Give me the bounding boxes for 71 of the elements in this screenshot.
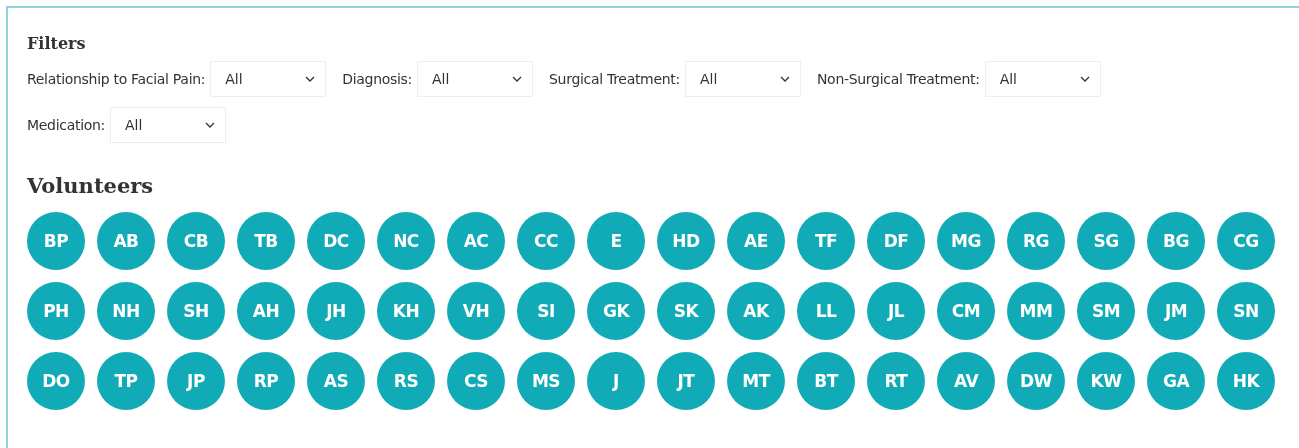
volunteer-avatar[interactable]: AV [937,352,995,410]
chevron-icon [512,76,522,82]
volunteer-avatar[interactable]: CC [517,212,575,270]
volunteer-avatar[interactable]: AE [727,212,785,270]
volunteer-avatar[interactable]: HD [657,212,715,270]
volunteer-avatar[interactable]: SH [167,282,225,340]
volunteer-avatar[interactable]: CB [167,212,225,270]
volunteer-avatar[interactable]: CM [937,282,995,340]
volunteer-avatar[interactable]: LL [797,282,855,340]
dropdown[interactable]: All [684,61,801,97]
volunteer-avatar[interactable]: SN [1217,282,1275,340]
volunteer-avatar[interactable]: VH [447,282,505,340]
volunteer-avatar[interactable]: AS [307,352,365,410]
volunteer-avatar[interactable]: PH [27,282,85,340]
volunteer-avatar[interactable]: TP [97,352,155,410]
volunteer-avatar[interactable]: JM [1147,282,1205,340]
filter-label: Surgical Treatment: [549,71,680,87]
chevron-icon [305,76,316,82]
dropdown[interactable]: All [110,107,226,143]
chevron-icon [205,122,215,128]
volunteer-avatar[interactable]: AB [97,212,155,270]
volunteer-avatar[interactable]: JT [657,352,715,410]
dropdown[interactable]: All [984,61,1101,97]
volunteer-avatar[interactable]: NH [97,282,155,340]
volunteer-avatar[interactable]: TF [797,212,855,270]
volunteer-avatar[interactable]: RT [867,352,925,410]
volunteer-avatar[interactable]: SI [517,282,575,340]
volunteer-avatar[interactable]: KH [377,282,435,340]
volunteer-avatar[interactable]: SM [1077,282,1135,340]
volunteer-avatar[interactable]: RS [377,352,435,410]
filter-label: Medication: [27,117,105,133]
volunteer-avatar[interactable]: MG [937,212,995,270]
volunteer-avatar[interactable]: DO [27,352,85,410]
volunteer-avatar[interactable]: MT [727,352,785,410]
volunteer-avatar[interactable]: DF [867,212,925,270]
volunteer-avatar[interactable]: E [587,212,645,270]
volunteer-avatar[interactable]: J [587,352,645,410]
filter-label: Relationship to Facial Pain: [27,71,206,87]
dropdown[interactable]: All [210,61,327,97]
volunteer-avatar[interactable]: HK [1217,352,1275,410]
volunteer-avatar[interactable]: RP [237,352,295,410]
volunteer-avatar[interactable]: BT [797,352,855,410]
volunteer-avatar[interactable]: KW [1077,352,1135,410]
section-heading: Filters [27,34,87,53]
filter-label: Non-Surgical Treatment: [816,71,980,87]
volunteer-avatar[interactable]: GA [1147,352,1205,410]
volunteer-avatar[interactable]: MM [1007,282,1065,340]
volunteer-avatar[interactable]: NC [377,212,435,270]
volunteer-avatar[interactable]: DC [307,212,365,270]
volunteer-avatar[interactable]: AC [447,212,505,270]
volunteer-avatar[interactable]: SG [1077,212,1135,270]
volunteer-avatar[interactable]: AK [727,282,785,340]
chevron-icon [779,76,790,82]
volunteer-avatar[interactable]: JL [867,282,925,340]
chevron-icon [1079,76,1090,82]
volunteer-avatar[interactable]: CG [1217,212,1275,270]
volunteer-avatar[interactable]: BP [27,212,85,270]
volunteer-avatar[interactable]: CS [447,352,505,410]
volunteer-avatar[interactable]: JP [167,352,225,410]
volunteer-avatar[interactable]: TB [237,212,295,270]
volunteer-avatar[interactable]: GK [587,282,645,340]
filter-label: Diagnosis: [342,71,412,87]
volunteer-avatar[interactable]: BG [1147,212,1205,270]
section-heading: Volunteers [27,173,155,198]
volunteer-avatar[interactable]: DW [1007,352,1065,410]
volunteer-avatar[interactable]: JH [307,282,365,340]
volunteer-avatar[interactable]: RG [1007,212,1065,270]
volunteer-avatar[interactable]: AH [237,282,295,340]
dropdown[interactable]: All [417,61,533,97]
volunteer-avatar[interactable]: SK [657,282,715,340]
volunteer-avatar[interactable]: MS [517,352,575,410]
